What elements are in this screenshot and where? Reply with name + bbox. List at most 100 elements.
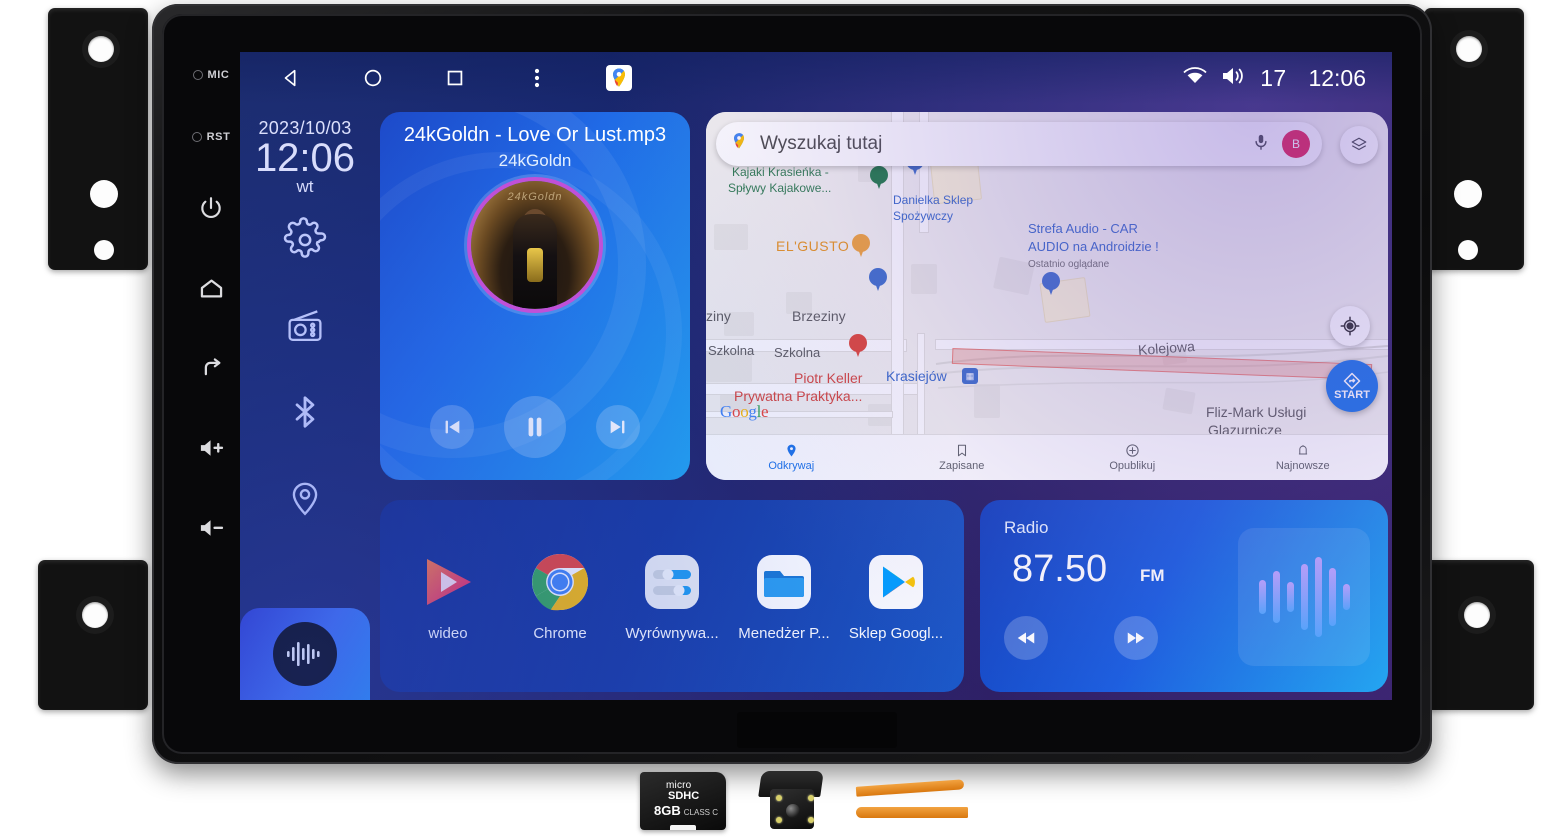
app-label: wideo	[428, 624, 468, 642]
back-button[interactable]	[180, 328, 242, 408]
viz-bar	[1286, 582, 1294, 612]
equalizer-icon	[641, 551, 703, 613]
location-icon[interactable]	[284, 477, 326, 519]
camera-led	[808, 795, 814, 801]
map-label: Szkolna	[774, 345, 821, 360]
app-shortcut-wideo[interactable]: wideo	[394, 551, 502, 642]
back-triangle-icon[interactable]	[276, 63, 306, 93]
google-attribution: Google	[720, 402, 769, 421]
viz-bar	[1300, 564, 1308, 630]
touchscreen[interactable]: 17 12:06 2023/10/03 12:06 wt 24kGoldn - …	[240, 52, 1392, 700]
map-tab-saved[interactable]: Zapisane	[877, 435, 1048, 480]
back-arrow-icon	[198, 355, 225, 382]
reset-led-icon	[191, 132, 202, 142]
radio-visualizer	[1238, 528, 1370, 666]
power-button[interactable]	[180, 168, 242, 248]
sdcard-notch	[670, 825, 696, 830]
map-tab-explore[interactable]: Odkrywaj	[706, 435, 877, 480]
app-shortcut-play-store[interactable]: Sklep Googl...	[842, 551, 950, 642]
bracket-hole	[82, 602, 108, 628]
map-search-placeholder: Wyszukaj tutaj	[760, 133, 883, 154]
mic-label: MIC	[207, 69, 230, 81]
map-pin-restaurant[interactable]	[852, 234, 870, 258]
radio-seek-down-button[interactable]	[1004, 616, 1048, 660]
map-start-navigation-button[interactable]: START	[1326, 360, 1378, 412]
mounting-bracket-top-right	[1424, 8, 1524, 270]
map-pin-doctor[interactable]	[849, 334, 867, 358]
settings-icon[interactable]	[283, 217, 327, 261]
map-tab-label: Odkrywaj	[768, 460, 815, 472]
start-button-label: START	[1334, 389, 1370, 401]
my-location-button[interactable]	[1330, 306, 1370, 346]
map-pin-store[interactable]	[869, 268, 887, 292]
volume-up-icon	[198, 437, 225, 459]
map-label: Danielka Sklep	[893, 193, 974, 207]
app-shortcuts-row: wideo Chrome Wyrównywa... Menedżer P... …	[380, 500, 964, 692]
track-title: 24kGoldn - Love Or Lust.mp3	[403, 124, 667, 146]
map-pin-train-station[interactable]: ▦	[962, 368, 978, 384]
camera-led	[776, 795, 782, 801]
map-tab-contribute[interactable]: Opublikuj	[1047, 435, 1218, 480]
bracket-hole	[94, 240, 114, 260]
voice-assistant-button[interactable]	[240, 608, 370, 700]
bracket-hole	[1454, 180, 1482, 208]
map-canvas[interactable]: ▦ Kajaki Krasieńka - Spływy Kajakowe... …	[706, 112, 1388, 480]
reset-button[interactable]: RST	[180, 106, 242, 168]
clock-widget[interactable]: 2023/10/03 12:06 wt	[255, 118, 355, 197]
music-player-widget[interactable]: 24kGoldn - Love Or Lust.mp3 24kGoldn 24k…	[380, 112, 690, 480]
bracket-hole	[1464, 602, 1490, 628]
map-label: Spływy Kajakowe...	[728, 181, 832, 195]
google-maps-icon[interactable]	[604, 63, 634, 93]
map-label: AUDIO na Androidzie !	[1028, 239, 1159, 254]
album-art-figure-chain	[527, 247, 543, 282]
product-photo-scene: MIC RST 17 12:06 2023/10/03 12:06 wt 24k…	[0, 0, 1564, 838]
radio-seek-up-button[interactable]	[1114, 616, 1158, 660]
home-icon	[198, 275, 225, 302]
recents-square-icon[interactable]	[440, 63, 470, 93]
head-unit-face: MIC RST 17 12:06 2023/10/03 12:06 wt 24k…	[162, 14, 1422, 754]
radio-widget[interactable]: Radio 87.50 FM	[980, 500, 1388, 692]
app-shortcut-equalizer[interactable]: Wyrównywa...	[618, 551, 726, 642]
quick-launch-icons	[283, 217, 327, 519]
home-button[interactable]	[180, 248, 242, 328]
google-play-icon	[865, 551, 927, 613]
clock-time: 12:06	[254, 136, 356, 180]
map-tab-updates[interactable]: Najnowsze	[1218, 435, 1389, 480]
chassis-vent	[737, 712, 897, 748]
map-pin-kayak[interactable]	[870, 166, 888, 190]
avatar[interactable]: B	[1282, 130, 1310, 158]
bluetooth-icon[interactable]	[284, 391, 326, 433]
microphone-icon[interactable]	[1252, 132, 1270, 157]
app-label: Sklep Googl...	[848, 624, 944, 642]
home-circle-icon[interactable]	[358, 63, 388, 93]
mic-indicator: MIC	[180, 44, 242, 106]
hardware-key-column: MIC RST	[180, 44, 242, 684]
map-pin-car-audio[interactable]	[1042, 272, 1060, 296]
mic-led-icon	[192, 70, 203, 80]
map-label: Strefa Audio - CAR	[1028, 221, 1138, 236]
radio-icon[interactable]	[284, 305, 326, 347]
left-quick-panel: 2023/10/03 12:06 wt	[240, 104, 370, 700]
album-art: 24kGoldn	[471, 181, 599, 309]
map-tab-label: Opublikuj	[1109, 460, 1156, 472]
volume-down-icon	[198, 517, 225, 539]
app-shortcut-chrome[interactable]: Chrome	[506, 551, 614, 642]
reversing-camera	[756, 771, 826, 831]
map-label: Piotr Keller	[794, 370, 863, 386]
map-tab-label: Zapisane	[939, 460, 985, 472]
overflow-menu-icon[interactable]	[522, 63, 552, 93]
camera-led	[808, 817, 814, 823]
album-art-text: 24kGoldn	[507, 191, 563, 204]
volume-up-button[interactable]	[180, 408, 242, 488]
map-layers-button[interactable]	[1340, 126, 1378, 164]
voice-waveform-icon	[273, 622, 337, 686]
radio-frequency: 87.50	[1012, 548, 1108, 590]
reset-label: RST	[206, 131, 231, 143]
file-manager-icon	[753, 551, 815, 613]
volume-down-button[interactable]	[180, 488, 242, 568]
google-maps-widget[interactable]: ▦ Kajaki Krasieńka - Spływy Kajakowe... …	[706, 112, 1388, 480]
bracket-hole	[90, 180, 118, 208]
app-shortcut-file-manager[interactable]: Menedżer P...	[730, 551, 838, 642]
map-search-bar[interactable]: Wyszukaj tutaj B	[716, 122, 1322, 166]
mounting-bracket-top-left	[48, 8, 148, 270]
